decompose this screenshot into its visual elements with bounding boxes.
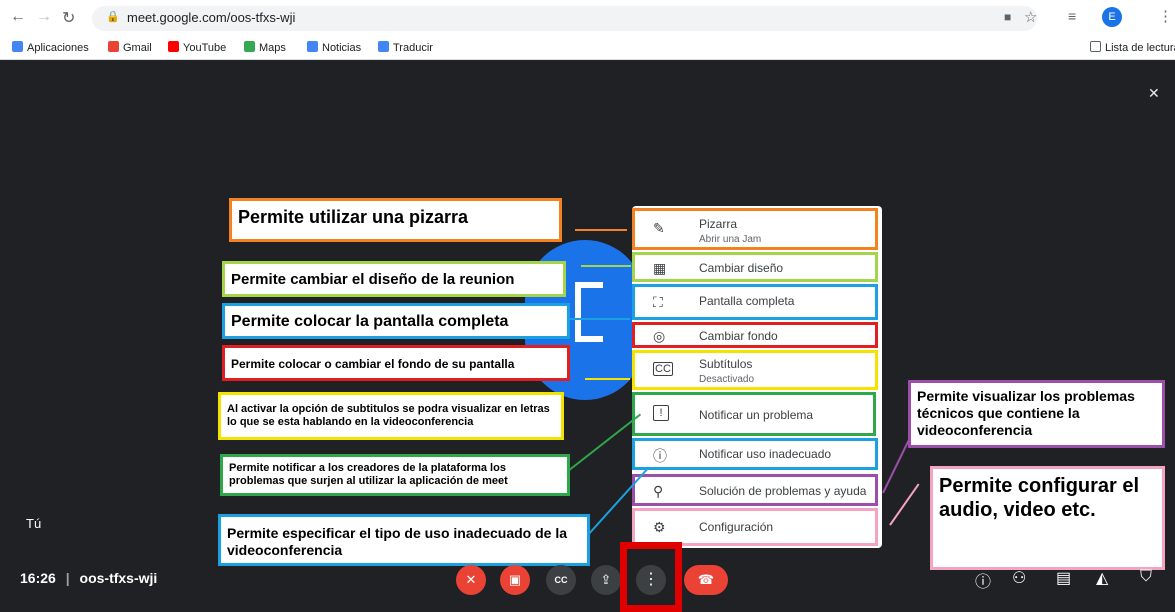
captions-icon: CC [653,362,673,376]
menu-item-notificar-uso[interactable]: ⓘ Notificar uso inadecuado [632,438,878,470]
end-call-button[interactable]: ☎ [684,565,728,595]
meeting-info: 16:26 | oos-tfxs-wji [20,570,157,586]
annotation-solucion: Permite visualizar los problemas técnico… [908,380,1165,448]
annotation-configuracion: Permite configurar el audio, video etc. [930,466,1165,570]
menu-item-label: Cambiar fondo [699,329,778,343]
connector-line [581,265,631,267]
kebab-menu-icon[interactable]: ⋮ [1158,7,1173,25]
menu-item-label: Subtítulos [699,357,753,371]
apps-grid-icon [12,41,23,52]
annotation-subtitulos: Al activar la opción de subtitulos se po… [218,392,564,440]
lock-icon: 🔒 [106,11,120,23]
chat-icon[interactable]: ▤ [1056,568,1071,588]
menu-item-cambiar-fondo[interactable]: ◎ Cambiar fondo [632,322,878,348]
fullscreen-icon: ⛶ [653,294,663,310]
forward-arrow-icon[interactable]: → [36,8,52,26]
captions-button[interactable]: CC [546,565,576,595]
avatar[interactable]: E [1102,7,1122,27]
gmail-icon [108,41,119,52]
browser-toolbar: ← → ↻ 🔒 meet.google.com/oos-tfxs-wji ■ ☆… [0,0,1175,37]
report-icon: ⓘ [653,448,667,464]
bookmark-gmail[interactable]: Gmail [108,41,152,54]
present-button[interactable]: ⇪ [591,565,621,595]
bookmark-youtube[interactable]: YouTube [168,41,226,54]
bookmark-label: Maps [259,42,286,54]
bookmark-noticias[interactable]: Noticias [307,41,361,54]
menu-item-label: Pizarra [699,217,738,231]
avatar-letter-icon [575,282,603,342]
connector-line [575,229,627,231]
pen-icon: ✎ [653,220,665,236]
maps-icon [244,41,255,52]
back-arrow-icon[interactable]: ← [10,8,26,26]
bookmark-label: Traducir [393,42,433,54]
menu-item-pizarra[interactable]: ✎ Pizarra Abrir una Jam [632,208,878,250]
news-icon [307,41,318,52]
annotation-notificar-problema: Permite notificar a los creadores de la … [220,454,570,496]
menu-item-sublabel: Abrir una Jam [699,234,762,245]
annotation-fondo: Permite colocar o cambiar el fondo de su… [222,345,570,381]
annotation-diseno: Permite cambiar el diseño de la reunion [222,261,566,297]
menu-item-pantalla-completa[interactable]: ⛶ Pantalla completa [632,284,878,320]
annotation-pizarra: Permite utilizar una pizarra [229,198,562,242]
reading-list-icon [1090,41,1101,52]
end-call-icon: ☎ [697,572,715,587]
troubleshoot-icon: ⚲ [653,483,664,499]
menu-item-notificar-problema[interactable]: ! Notificar un problema [632,392,876,436]
layout-icon: ▦ [653,260,667,276]
bookmark-traducir[interactable]: Traducir [378,41,433,54]
camera-toggle-button[interactable]: ▣ [500,565,530,595]
separator: | [65,570,70,586]
menu-item-label: Configuración [699,520,774,534]
translate-icon [378,41,389,52]
meeting-code: oos-tfxs-wji [79,570,158,586]
menu-item-label: Cambiar diseño [699,261,784,275]
connector-line [570,318,630,320]
bookmark-label: Aplicaciones [27,42,89,54]
clock-time: 16:26 [20,570,56,586]
menu-item-label: Notificar un problema [699,408,814,422]
menu-item-subtitulos[interactable]: CC Subtítulos Desactivado [632,350,878,390]
kebab-menu-icon: ⋮ [643,571,659,588]
mic-toggle-button[interactable]: ✕ [456,565,486,595]
host-controls-icon[interactable]: ⛉ [1140,568,1152,586]
mic-off-icon: ✕ [1148,85,1160,101]
menu-item-label: Solución de problemas y ayuda [699,484,867,498]
annotation-pantalla: Permite colocar la pantalla completa [222,303,570,339]
annotation-uso-inadecuado: Permite especificar el tipo de uso inade… [218,514,590,566]
bookmark-apps[interactable]: Aplicaciones [12,41,89,54]
bookmark-label: Gmail [123,42,152,54]
menu-item-label: Notificar uso inadecuado [699,447,832,461]
mic-off-icon: ✕ [465,572,477,587]
menu-item-sublabel: Desactivado [699,374,755,385]
menu-item-cambiar-diseno[interactable]: ▦ Cambiar diseño [632,252,878,282]
reading-list-label: Lista de lectura [1105,42,1175,54]
reload-icon[interactable]: ↻ [62,8,75,28]
bookmark-maps[interactable]: Maps [244,41,286,54]
camera-icon[interactable]: ■ [1004,10,1011,24]
connector-line [585,378,630,380]
background-icon: ◎ [653,328,666,344]
media-icon[interactable]: ≡ [1068,8,1076,24]
present-icon: ⇪ [600,572,612,587]
self-label: Tú [26,516,42,531]
bookmark-label: Noticias [322,42,362,54]
menu-item-configuracion[interactable]: ⚙ Configuración [632,508,878,546]
bookmark-label: YouTube [183,42,227,54]
camera-off-icon: ▣ [508,572,522,587]
more-options-button[interactable]: ⋮ [636,565,666,595]
feedback-icon: ! [653,405,669,421]
captions-icon: CC [554,575,568,585]
info-icon[interactable]: ⓘ [975,568,991,592]
menu-item-solucion-problemas[interactable]: ⚲ Solución de problemas y ayuda [632,474,878,506]
star-icon[interactable]: ☆ [1024,8,1037,26]
reading-list[interactable]: Lista de lectura [1090,41,1175,54]
youtube-icon [168,41,179,52]
settings-icon: ⚙ [653,519,666,535]
people-icon[interactable]: ⚇ [1012,568,1026,588]
menu-item-label: Pantalla completa [699,294,795,308]
activities-icon[interactable]: ◭ [1096,568,1108,588]
url-text[interactable]: meet.google.com/oos-tfxs-wji [127,10,295,25]
